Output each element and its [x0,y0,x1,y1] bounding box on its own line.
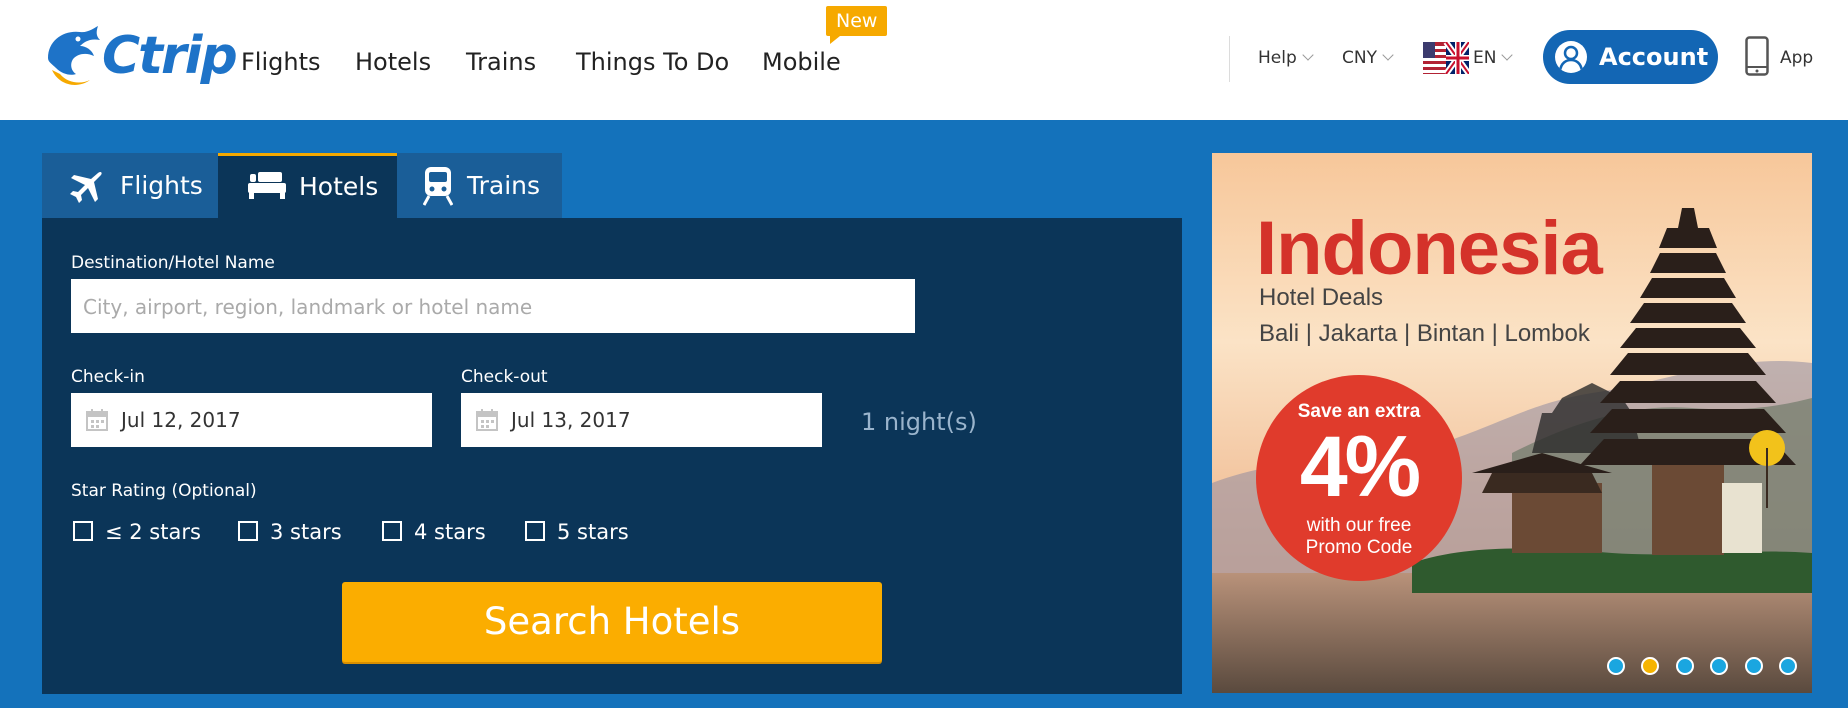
search-hotels-label: Search Hotels [483,600,741,643]
badge-bottom-line-1: with our free [1306,515,1412,536]
checkbox-4-stars-label[interactable]: 4 stars [414,518,486,546]
ctrip-logo[interactable]: Ctrip [40,22,238,94]
promo-subtitle: Hotel Deals [1259,284,1384,311]
tab-hotels-label: Hotels [299,172,379,201]
tab-trains[interactable]: Trains [397,153,562,218]
tab-trains-label: Trains [467,171,541,200]
site-header: Ctrip Flights Hotels Trains Things To Do… [0,0,1848,120]
checkbox-3-stars-label[interactable]: 3 stars [270,518,342,546]
star-rating-label: Star Rating (Optional) [71,481,257,501]
language-label: EN [1473,48,1497,68]
carousel-dot-3[interactable] [1676,657,1694,675]
checkout-label: Check-out [461,367,548,387]
checkbox-4-stars[interactable] [382,521,402,541]
carousel-dot-4[interactable] [1710,657,1728,675]
account-button[interactable]: Account [1543,30,1718,84]
chevron-down-icon [1501,49,1514,61]
badge-bottom-line-2: Promo Code [1305,537,1413,558]
badge-percent: 4% [1299,419,1421,515]
promo-banner[interactable]: Indonesia Hotel Deals Bali | Jakarta | B… [1212,153,1812,693]
help-menu[interactable]: Help [1258,46,1314,70]
flag-icon[interactable] [1423,42,1469,74]
checkbox-3-stars[interactable] [238,521,258,541]
new-badge: New [826,6,888,44]
airplane-icon [70,171,102,203]
nav-hotels[interactable]: Hotels [355,46,431,78]
promo-destinations: Bali | Jakarta | Bintan | Lombok [1259,320,1590,347]
header-divider [1229,36,1230,82]
brand-wordmark: Ctrip [102,26,238,86]
tab-flights-label: Flights [120,171,203,200]
nav-mobile[interactable]: Mobile [762,46,841,78]
bed-icon [248,172,286,199]
calendar-icon [476,409,498,431]
mobile-phone-icon[interactable] [1745,36,1769,76]
badge-bottom-text: with our free Promo Code [1256,515,1462,559]
nights-count: 1 night(s) [861,408,977,436]
checkin-label: Check-in [71,367,145,387]
calendar-icon [86,409,108,431]
promo-discount-badge: Save an extra 4% with our free Promo Cod… [1256,375,1462,581]
carousel-dot-6[interactable] [1779,657,1797,675]
help-label: Help [1258,48,1297,68]
currency-menu[interactable]: CNY [1342,46,1394,70]
nav-flights[interactable]: Flights [241,46,321,78]
tab-flights[interactable]: Flights [42,153,218,218]
carousel-dot-2[interactable] [1641,657,1659,675]
language-menu[interactable]: EN [1473,46,1514,70]
nav-things-to-do[interactable]: Things To Do [576,46,729,78]
checkbox-2-stars[interactable] [73,521,93,541]
carousel-dot-5[interactable] [1745,657,1763,675]
destination-label: Destination/Hotel Name [71,253,275,273]
chevron-down-icon [1302,49,1314,61]
dolphin-icon [48,26,100,85]
currency-label: CNY [1342,48,1377,68]
destination-placeholder: City, airport, region, landmark or hotel… [83,295,533,319]
tab-hotels[interactable]: Hotels [218,153,397,218]
checkbox-5-stars-label[interactable]: 5 stars [557,518,629,546]
checkbox-5-stars[interactable] [525,521,545,541]
user-avatar-icon [1555,41,1587,73]
chevron-down-icon [1382,49,1394,61]
checkout-value: Jul 13, 2017 [511,408,631,432]
checkin-value: Jul 12, 2017 [121,408,241,432]
nav-trains[interactable]: Trains [466,46,536,78]
carousel-dot-1[interactable] [1607,657,1625,675]
app-link[interactable]: App [1780,46,1813,70]
promo-title: Indonesia [1256,206,1603,291]
account-label: Account [1599,43,1709,71]
checkbox-2-stars-label[interactable]: ≤ 2 stars [105,518,201,546]
search-hotels-button[interactable]: Search Hotels [342,582,882,662]
train-icon [423,167,453,206]
